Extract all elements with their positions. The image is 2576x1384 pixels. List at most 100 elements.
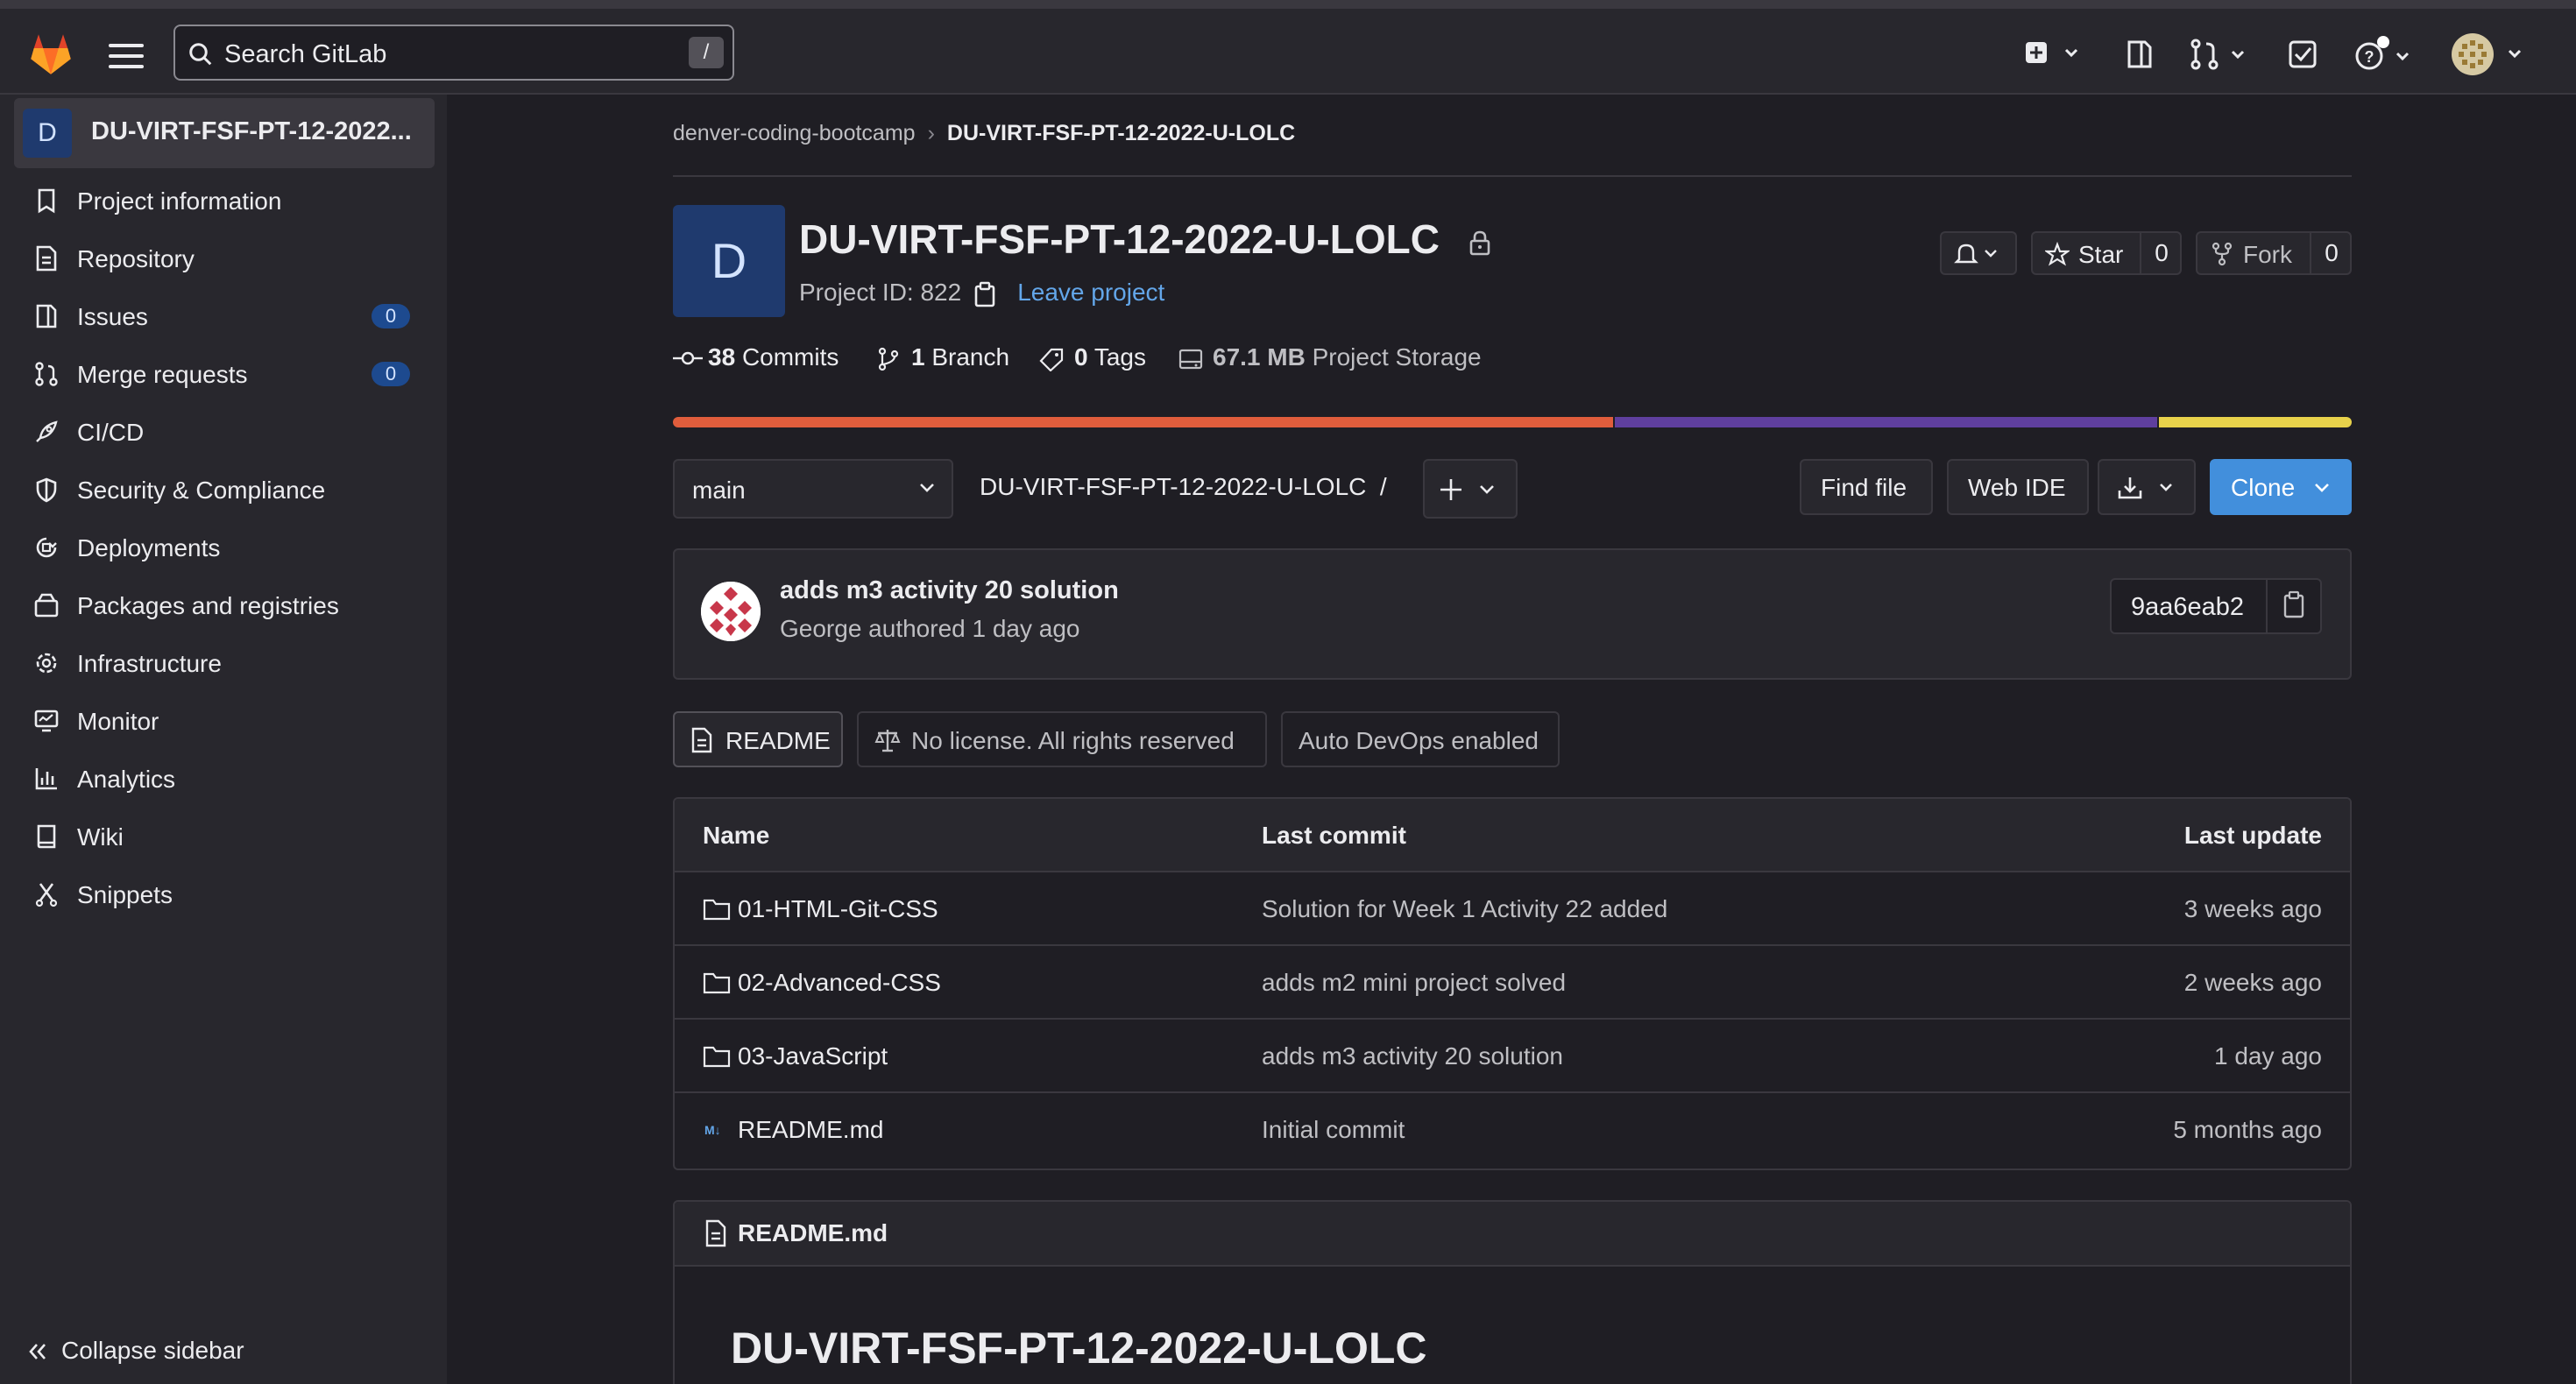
rocket-icon <box>33 419 60 445</box>
auto-devops-pill[interactable]: Auto DevOps enabled <box>1281 711 1560 767</box>
row-last-update: 3 weeks ago <box>2183 895 2322 922</box>
commit-author-avatar[interactable] <box>701 582 761 641</box>
fork-button[interactable]: Fork 0 <box>2196 231 2352 275</box>
sidebar-item-wiki[interactable]: Wiki <box>14 811 435 860</box>
issues-icon[interactable] <box>2124 37 2155 72</box>
download-icon <box>2117 475 2183 501</box>
search-input[interactable]: Search GitLab / <box>173 25 734 81</box>
todo-icon[interactable] <box>2287 39 2318 70</box>
svg-text:?: ? <box>2365 48 2374 66</box>
commit-sha[interactable]: 9aa6eab2 <box>2131 593 2244 622</box>
notifications-button[interactable] <box>1940 231 2017 275</box>
branch-selector[interactable]: main <box>673 459 953 519</box>
readme-heading: DU-VIRT-FSF-PT-12-2022-U-LOLC <box>731 1324 1427 1373</box>
sidebar-item-packages-registries[interactable]: Packages and registries <box>14 580 435 629</box>
project-avatar: D <box>23 109 72 158</box>
sidebar-item-monitor[interactable]: Monitor <box>14 696 435 745</box>
repository-path-root[interactable]: DU-VIRT-FSF-PT-12-2022-U-LOLC <box>980 473 1366 500</box>
package-icon <box>33 592 60 618</box>
chevron-down-icon <box>2313 482 2331 494</box>
copy-icon[interactable] <box>973 281 996 307</box>
document-icon <box>690 727 713 753</box>
row-last-commit-link[interactable]: Initial commit <box>1262 1116 1405 1144</box>
svg-text:M↓: M↓ <box>704 1123 721 1137</box>
page-title: DU-VIRT-FSF-PT-12-2022-U-LOLC <box>799 216 1440 262</box>
web-ide-button[interactable]: Web IDE <box>1947 459 2089 515</box>
row-last-commit-link[interactable]: adds m2 mini project solved <box>1262 969 1566 997</box>
table-row[interactable]: 03-JavaScript adds m3 activity 20 soluti… <box>675 1020 2350 1093</box>
sidebar-item-project-information[interactable]: Project information <box>14 175 435 224</box>
file-name-link[interactable]: 02-Advanced-CSS <box>738 969 941 997</box>
column-header-name: Name <box>703 822 770 849</box>
sidebar-item-infrastructure[interactable]: Infrastructure <box>14 638 435 687</box>
download-button[interactable] <box>2098 459 2196 515</box>
file-name-link[interactable]: 01-HTML-Git-CSS <box>738 895 938 923</box>
last-commit-panel: adds m3 activity 20 solution George auth… <box>673 548 2352 680</box>
copy-sha-icon[interactable] <box>2266 580 2320 632</box>
file-name-link[interactable]: README.md <box>738 1116 883 1144</box>
sidebar-item-label: Issues <box>77 303 148 330</box>
language-bar-segment[interactable] <box>673 417 1613 427</box>
readme-file-link[interactable]: README.md <box>738 1219 888 1247</box>
row-last-commit-link[interactable]: adds m3 activity 20 solution <box>1262 1042 1563 1070</box>
commit-title-link[interactable]: adds m3 activity 20 solution <box>780 576 1119 605</box>
sidebar-item-issues[interactable]: Issues 0 <box>14 291 435 340</box>
sidebar-item-merge-requests[interactable]: Merge requests 0 <box>14 349 435 398</box>
row-last-commit-link[interactable]: Solution for Week 1 Activity 22 added <box>1262 895 1667 923</box>
merge-requests-icon[interactable] <box>2189 37 2250 72</box>
sidebar-project-header[interactable]: D DU-VIRT-FSF-PT-12-2022... <box>14 98 435 168</box>
fork-label: Fork <box>2243 241 2292 268</box>
language-bar-segment[interactable] <box>1614 417 2158 427</box>
web-ide-label: Web IDE <box>1968 474 2066 501</box>
file-name-link[interactable]: 03-JavaScript <box>738 1042 888 1070</box>
breadcrumb-project-link[interactable]: DU-VIRT-FSF-PT-12-2022-U-LOLC <box>947 121 1295 145</box>
breadcrumb-group-link[interactable]: denver-coding-bootcamp <box>673 121 916 145</box>
sidebar-item-deployments[interactable]: Deployments <box>14 522 435 571</box>
sidebar-item-repository[interactable]: Repository <box>14 233 435 282</box>
breadcrumb-chevron-icon: › <box>927 121 935 145</box>
sidebar-item-security-compliance[interactable]: Security & Compliance <box>14 464 435 513</box>
help-icon[interactable]: ? <box>2353 35 2415 74</box>
table-row[interactable]: M↓ README.md Initial commit 5 months ago <box>675 1093 2350 1167</box>
shield-icon <box>33 477 60 503</box>
star-button[interactable]: Star 0 <box>2031 231 2182 275</box>
sidebar-item-label: Security & Compliance <box>77 477 326 504</box>
user-avatar[interactable] <box>2450 32 2529 77</box>
language-bar-segment[interactable] <box>2159 417 2352 427</box>
commit-author-line: George authored 1 day ago <box>780 615 1080 642</box>
snippet-icon <box>33 881 60 907</box>
sidebar-item-label: CI/CD <box>77 419 145 446</box>
leave-project-link[interactable]: Leave project <box>1017 279 1164 306</box>
sidebar-item-label: Repository <box>77 245 195 272</box>
chevron-down-icon <box>918 482 936 494</box>
table-row[interactable]: 01-HTML-Git-CSS Solution for Week 1 Acti… <box>675 872 2350 946</box>
column-header-last-commit: Last commit <box>1262 822 1406 849</box>
license-pill[interactable]: No license. All rights reserved <box>857 711 1267 767</box>
commit-sha-box[interactable]: 9aa6eab2 <box>2110 578 2322 634</box>
tags-label: Tags <box>1093 343 1147 371</box>
sidebar-item-label: Packages and registries <box>77 592 339 619</box>
clone-button[interactable]: Clone <box>2210 459 2352 515</box>
star-count[interactable]: 0 <box>2140 233 2182 273</box>
sidebar-item-label: Infrastructure <box>77 650 222 677</box>
fork-count[interactable]: 0 <box>2310 233 2352 273</box>
find-file-button[interactable]: Find file <box>1800 459 1933 515</box>
create-new-button[interactable] <box>2022 35 2084 74</box>
folder-icon <box>703 897 731 921</box>
readme-pill[interactable]: README <box>673 711 843 767</box>
row-last-update: 5 months ago <box>2173 1116 2322 1143</box>
sidebar-item-snippets[interactable]: Snippets <box>14 869 435 918</box>
sidebar-item-ci-cd[interactable]: CI/CD <box>14 406 435 455</box>
gitlab-logo-icon[interactable] <box>26 30 75 79</box>
repository-language-bar[interactable] <box>673 417 2352 427</box>
table-row[interactable]: 02-Advanced-CSS adds m2 mini project sol… <box>675 946 2350 1020</box>
tags-count: 0 <box>1074 343 1088 371</box>
storage-icon <box>1178 347 1204 371</box>
clone-label: Clone <box>2231 474 2296 501</box>
add-to-tree-button[interactable] <box>1423 459 1518 519</box>
fork-icon <box>2210 242 2234 266</box>
top-navbar: Search GitLab / ? <box>0 0 2576 95</box>
sidebar-item-analytics[interactable]: Analytics <box>14 753 435 802</box>
search-icon <box>188 41 214 67</box>
menu-hamburger-icon[interactable] <box>109 44 144 68</box>
